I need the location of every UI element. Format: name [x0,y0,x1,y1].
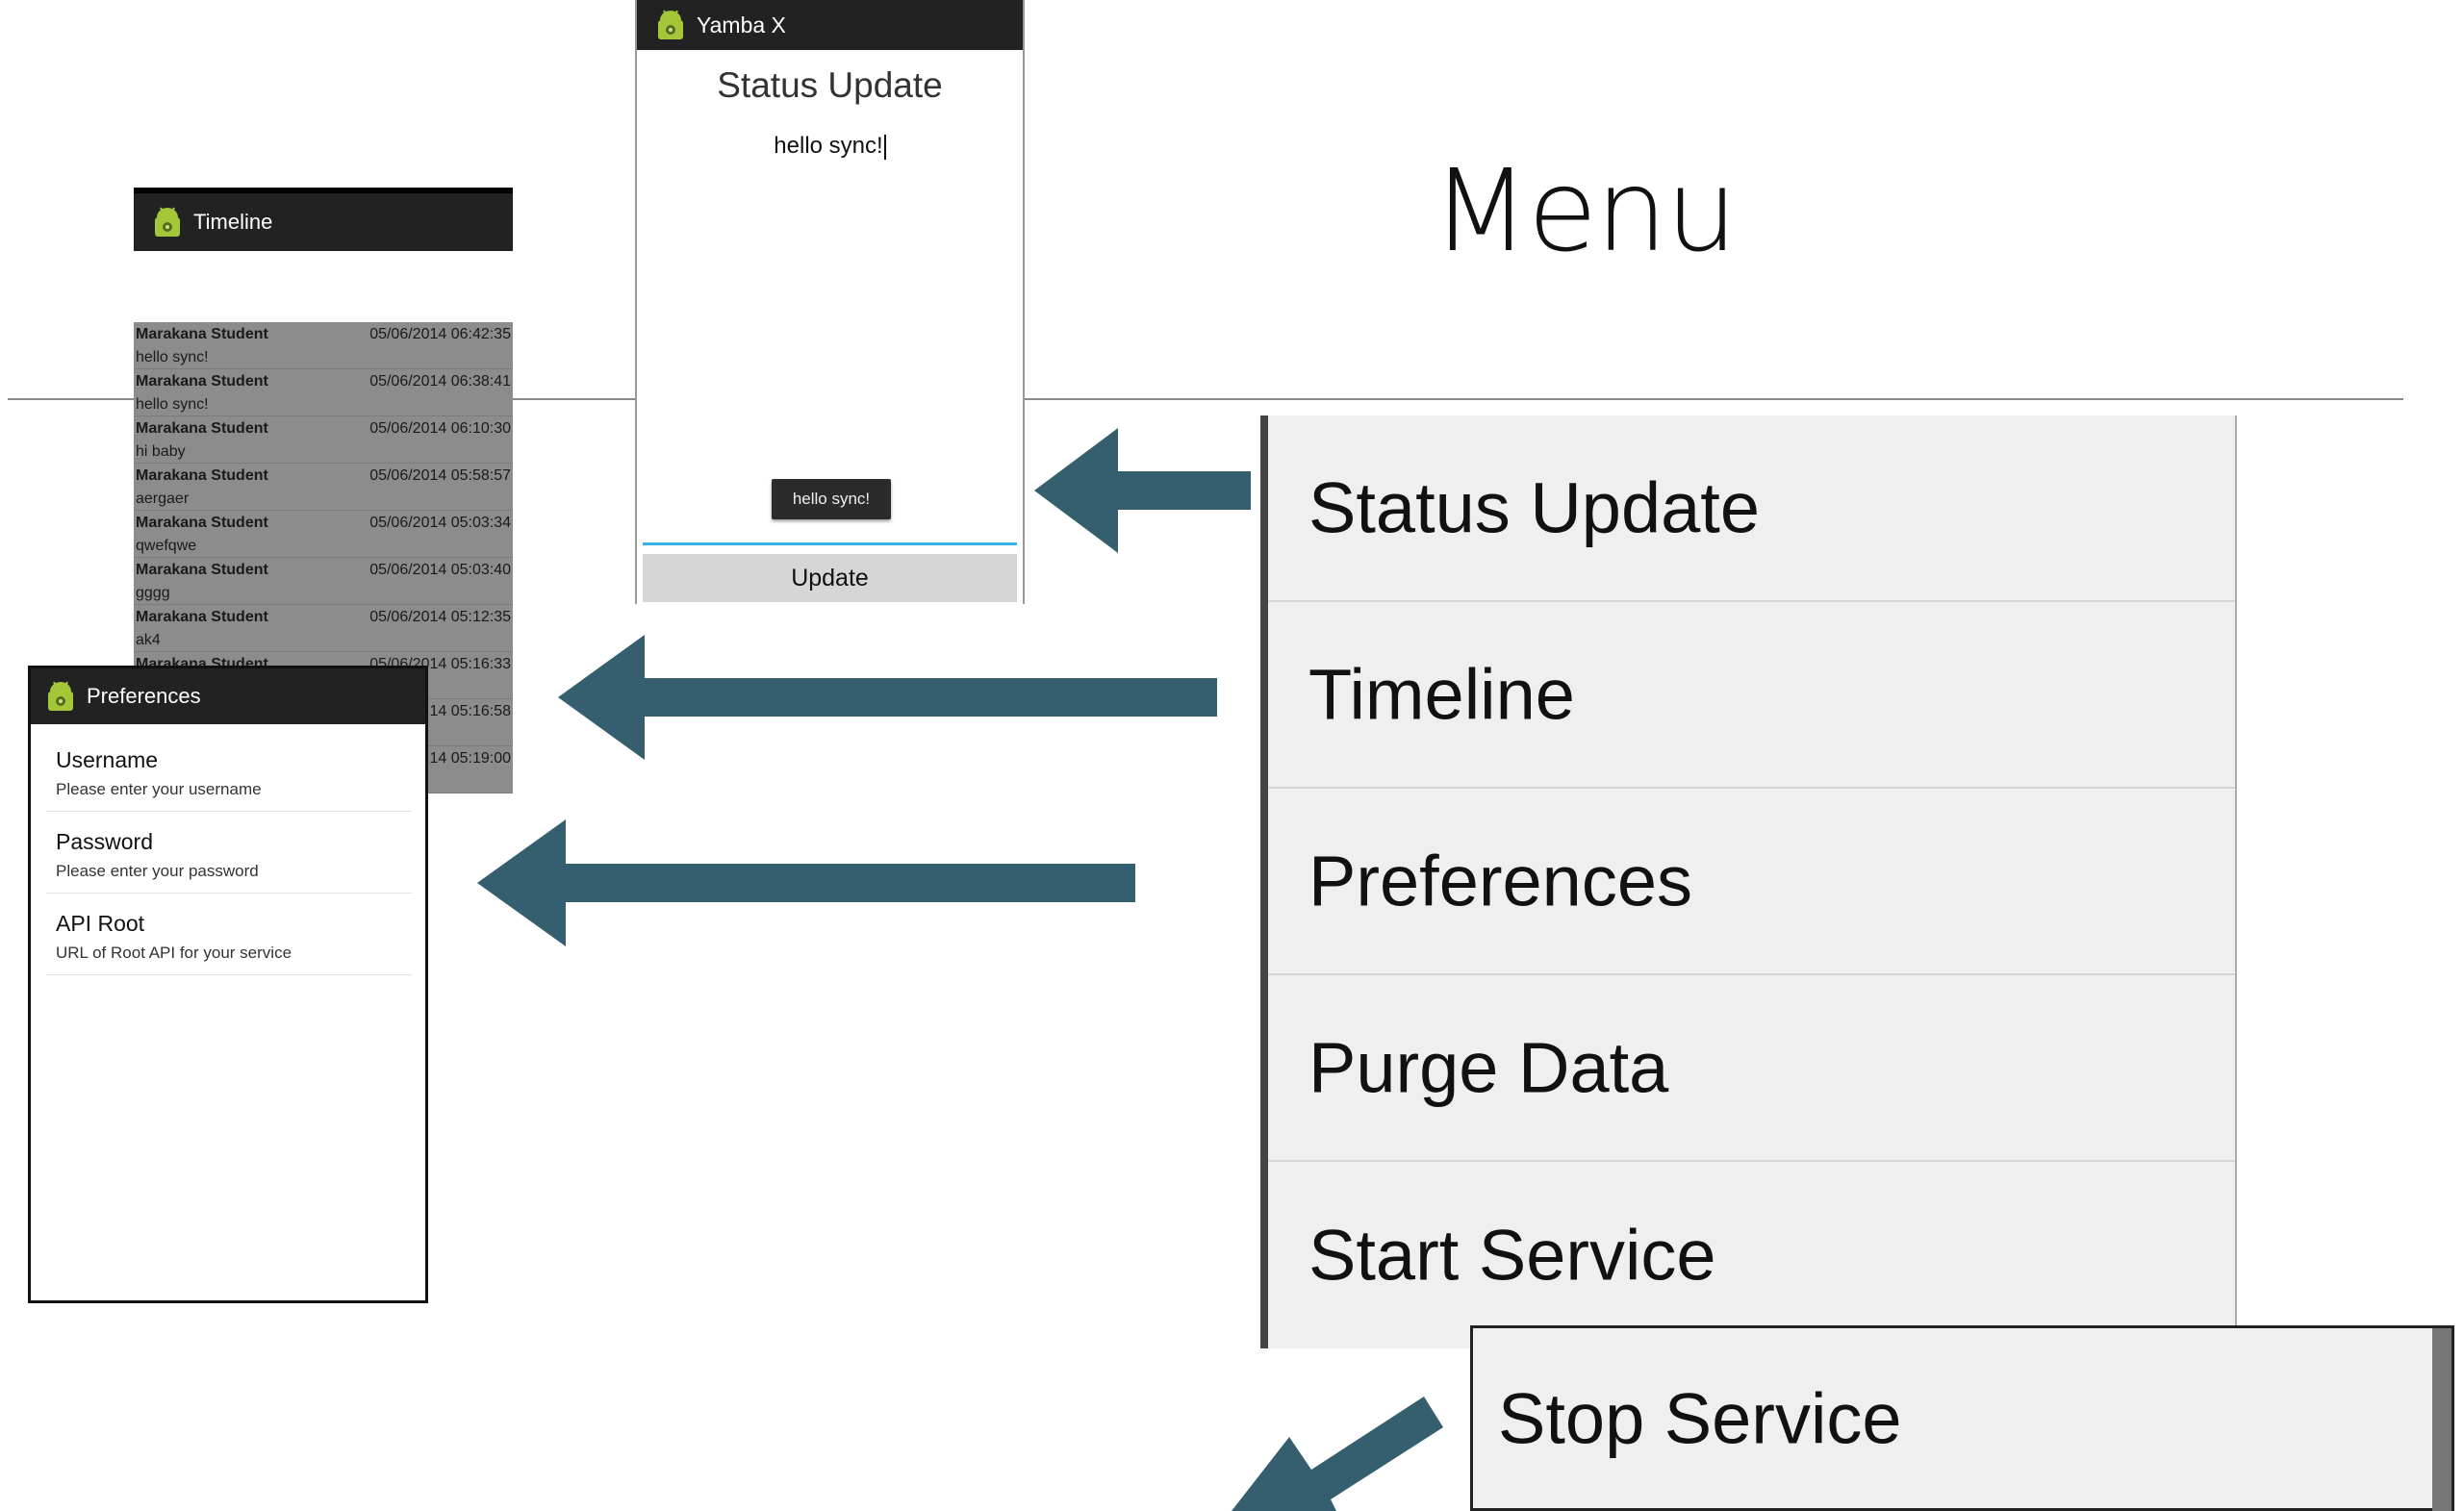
arrows-layer [477,428,1443,1511]
arrow-to-preferences-icon [477,819,1135,946]
arrow-stop-service-icon [1232,1397,1443,1511]
arrow-to-status-icon [1034,428,1251,553]
arrow-to-timeline-icon [558,635,1217,760]
